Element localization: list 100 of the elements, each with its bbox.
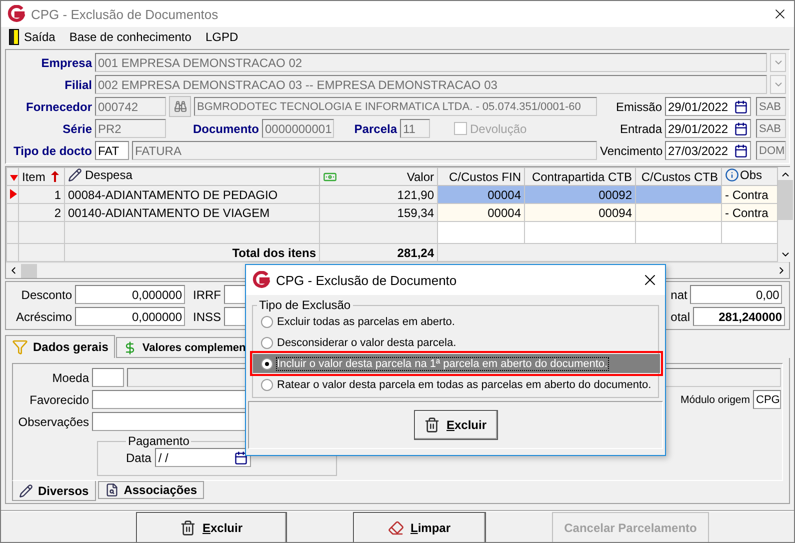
table-cell: - Contra [722, 204, 778, 222]
action-button[interactable]: Limpar [353, 512, 486, 542]
column-header[interactable]: Item [18, 168, 64, 186]
table-cell [18, 244, 64, 262]
field-label: Moeda [51, 370, 89, 384]
amount-field[interactable]: 0,00 [690, 285, 782, 304]
table-cell: 2 [18, 204, 64, 222]
calendar-icon[interactable] [234, 450, 248, 464]
module-field[interactable]: CPG [753, 390, 781, 409]
tab[interactable]: Dados gerais [5, 335, 116, 358]
binoculars-icon [174, 100, 186, 113]
field-label: Parcela [353, 122, 397, 136]
field-label: Observações [17, 414, 89, 428]
weekday-field: SAB [756, 119, 786, 138]
table-cell: 00004 [438, 186, 524, 204]
action-button[interactable]: Excluir [136, 512, 287, 542]
weekday-field: SAB [756, 97, 786, 116]
field-label: Favorecido [28, 392, 89, 406]
eraser-icon [388, 520, 404, 536]
radio-option[interactable]: Desconsiderar o valor desta parcela. [257, 333, 656, 352]
amount-field[interactable]: 0,000000 [75, 285, 185, 304]
table-cell: 00094 [524, 204, 636, 222]
company-dropdown[interactable]: 001 EMPRESA DEMONSTRACAO 02 [95, 53, 767, 72]
field-label: INSS [193, 310, 221, 324]
radio-option[interactable]: Ratear o valor desta parcela em todas as parcelas em aberto do documento. [257, 375, 656, 394]
field-label: IRRF [193, 288, 221, 302]
table-cell: - Contra [722, 186, 778, 204]
doc-type-code-field[interactable]: FAT [95, 141, 129, 160]
date-field[interactable]: 27/03/2022 [665, 141, 751, 160]
column-header[interactable]: Despesa [64, 168, 320, 186]
series-field[interactable]: PR2 [95, 119, 166, 138]
field-label: otal [670, 310, 690, 324]
column-header[interactable]: C/Custos FIN [438, 168, 524, 186]
calendar-icon[interactable] [734, 100, 748, 114]
field-label: Tipo de docto [12, 144, 92, 158]
date-field[interactable]: 29/01/2022 [665, 97, 751, 116]
radio-option[interactable]: Excluir todas as parcelas em aberto. [257, 312, 656, 331]
supplier-name-field: BGMRODOTEC TECNOLOGIA E INFORMATICA LTDA. - 05.074.351/0001-60 [194, 97, 597, 116]
pencil-icon [68, 168, 82, 182]
grid-row[interactable]: 1 00084-ADIANTAMENTO DE PEDAGIO 121,90 00004 00092 - Contra [6, 186, 778, 204]
amount-field[interactable]: 281,240000 [693, 307, 785, 326]
table-cell: 00004 [438, 204, 524, 222]
tab[interactable]: Diversos [12, 481, 96, 501]
delete-button[interactable]: Excluir [414, 410, 498, 440]
field-label: Vencimento [600, 144, 662, 158]
trash-icon [424, 417, 440, 433]
menu-item[interactable]: Base de conhecimento [65, 30, 196, 44]
funnel-icon [12, 339, 28, 355]
table-cell: 159,34 [320, 204, 438, 222]
table-cell [18, 222, 64, 244]
field-label: Entrada [618, 122, 662, 136]
document-field[interactable]: 0000000001 [262, 119, 334, 138]
table-cell: 1 [18, 186, 64, 204]
column-header[interactable]: Contrapartida CTB [524, 168, 636, 186]
calendar-icon[interactable] [734, 144, 748, 158]
table-cell [722, 222, 778, 244]
radio-option[interactable]: Incluir o valor desta parcela na 1ª parcela em aberto do documento. [253, 354, 660, 373]
column-header[interactable]: C/Custos CTB [636, 168, 722, 186]
info-icon [725, 168, 739, 182]
pencil-icon [19, 484, 33, 498]
sort-indicator[interactable] [6, 168, 18, 186]
column-header[interactable]: Obs [722, 168, 778, 186]
logo-icon [252, 271, 270, 289]
table-cell: 00084-ADIANTAMENTO DE PEDAGIO [64, 186, 320, 204]
scroll-thumb[interactable] [21, 264, 37, 278]
total-label: Total dos itens [64, 244, 320, 262]
installment-field[interactable]: 11 [400, 119, 430, 138]
currency-code-field[interactable] [92, 368, 124, 387]
table-cell: 00140-ADIANTAMENTO DE VIAGEM [64, 204, 320, 222]
doc-type-name-field: FATURA [132, 141, 597, 160]
group-title: Tipo de Exclusão [258, 298, 352, 312]
amount-field[interactable]: 0,000000 [75, 307, 185, 326]
field-label: Data [126, 450, 152, 464]
door-icon [9, 29, 19, 45]
vertical-scrollbar[interactable] [778, 167, 793, 262]
table-cell: 121,90 [320, 186, 438, 204]
date-field[interactable]: / / [155, 448, 252, 467]
menu-item[interactable]: LGPD [201, 30, 242, 44]
grid-row[interactable]: 2 00140-ADIANTAMENTO DE VIAGEM 159,34 00004 00094 - Contra [6, 204, 778, 222]
tab[interactable]: Associações [98, 481, 204, 499]
menu-item[interactable]: Saída [5, 29, 60, 45]
total-value: 281,24 [320, 244, 438, 262]
table-cell: 00092 [524, 186, 636, 204]
field-label: Documento [192, 122, 259, 136]
date-field[interactable]: 29/01/2022 [665, 119, 751, 138]
supplier-code-field[interactable]: 000742 [95, 97, 166, 116]
window-title: CPG - Exclusão de Documentos [31, 6, 220, 22]
binoculars-button[interactable] [169, 96, 191, 117]
logo-icon [7, 5, 25, 23]
branch-dropdown[interactable]: 002 EMPRESA DEMONSTRACAO 03 -- EMPRESA DEMONSTRACAO 03 [95, 75, 767, 94]
column-header[interactable]: Valor [320, 168, 438, 186]
field-label: nat [670, 288, 688, 302]
weekday-field: DOM [756, 141, 786, 160]
field-label: Filial [64, 78, 92, 92]
field-label: Módulo origem [680, 394, 750, 406]
field-label: Série [62, 122, 92, 136]
triangle-icon [10, 174, 18, 180]
trash-icon [180, 520, 196, 536]
field-label: Acréscimo [14, 310, 72, 324]
calendar-icon[interactable] [734, 122, 748, 136]
